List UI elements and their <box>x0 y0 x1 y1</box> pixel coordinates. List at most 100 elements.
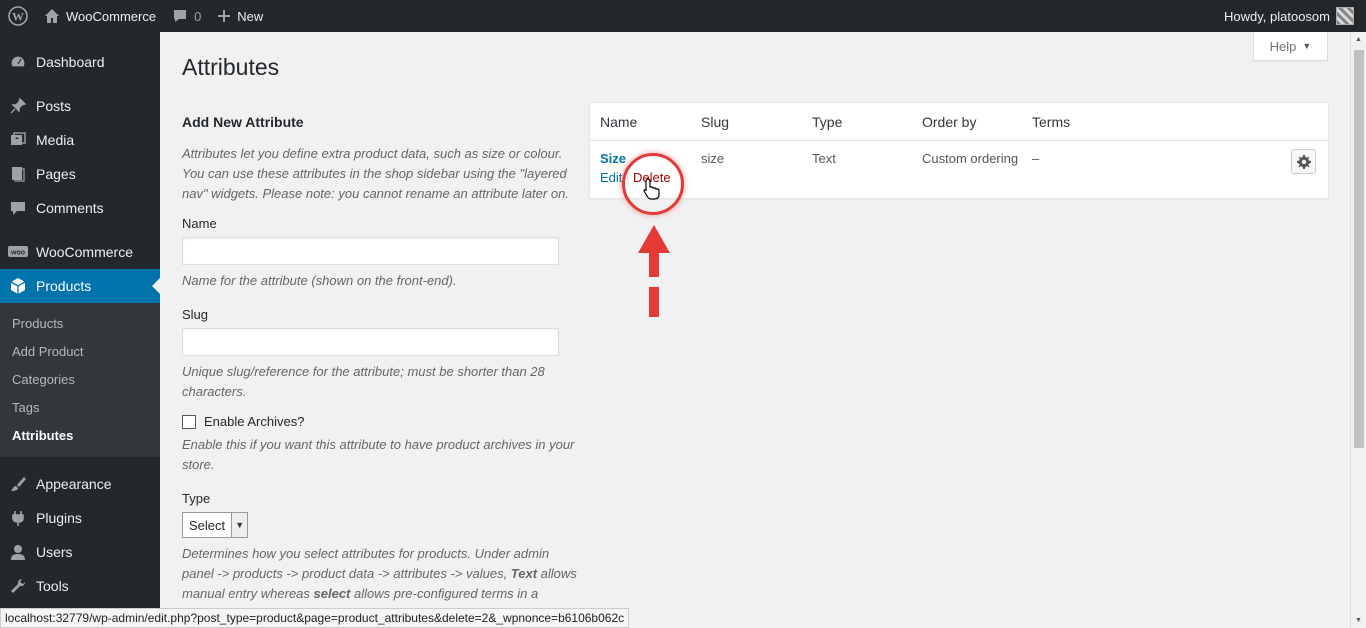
user-icon <box>8 542 28 562</box>
sidebar-item-label: Pages <box>36 166 76 182</box>
attributes-table: Name Slug Type Order by Terms Size Edit … <box>589 102 1329 199</box>
enable-archives-label: Enable Archives? <box>204 414 305 429</box>
chevron-down-icon: ▼ <box>231 513 248 537</box>
products-submenu: Products Add Product Categories Tags Att… <box>0 303 160 457</box>
name-description: Name for the attribute (shown on the fro… <box>182 273 457 288</box>
comments-count: 0 <box>194 8 202 24</box>
home-icon <box>45 9 59 23</box>
gear-icon <box>1296 154 1311 169</box>
site-name: WooCommerce <box>66 8 157 24</box>
comment-icon <box>174 10 187 22</box>
main-content: Attributes Help ▼ Add New Attribute Attr… <box>160 32 1350 628</box>
sidebar-item-users[interactable]: Users <box>0 535 160 569</box>
column-header-type[interactable]: Type <box>812 114 922 130</box>
column-header-name[interactable]: Name <box>590 114 701 130</box>
attribute-slug-input[interactable] <box>182 328 559 356</box>
admin-sidebar: Dashboard Posts Media Pages Comments woo… <box>0 32 160 628</box>
sidebar-item-label: Users <box>36 544 73 560</box>
box-icon <box>8 276 28 296</box>
enable-archives-checkbox[interactable] <box>182 414 196 429</box>
attribute-type-select[interactable]: Select ▼ <box>182 512 249 538</box>
dashboard-icon <box>8 52 28 72</box>
page-title: Attributes <box>182 54 280 80</box>
sidebar-item-label: Dashboard <box>36 54 105 70</box>
sidebar-item-products[interactable]: Products <box>0 269 160 303</box>
name-label: Name <box>182 216 217 231</box>
svg-text:W: W <box>12 10 24 24</box>
wrench-icon <box>8 576 28 596</box>
site-name-link[interactable]: WooCommerce <box>36 0 164 32</box>
archives-description: Enable this if you want this attribute t… <box>182 437 575 472</box>
sidebar-item-dashboard[interactable]: Dashboard <box>0 45 160 79</box>
column-header-terms[interactable]: Terms <box>1032 114 1132 130</box>
sidebar-item-appearance[interactable]: Appearance <box>0 467 160 501</box>
column-header-order-by[interactable]: Order by <box>922 114 1032 130</box>
help-label: Help <box>1269 38 1297 54</box>
my-account[interactable]: Howdy, platoosom <box>1216 0 1366 32</box>
brush-icon <box>8 474 28 494</box>
sidebar-item-label: Posts <box>36 98 72 114</box>
cell-order-by: Custom ordering <box>922 151 1019 166</box>
vertical-scrollbar[interactable]: ▲ ▼ <box>1350 32 1366 628</box>
sidebar-item-plugins[interactable]: Plugins <box>0 501 160 535</box>
type-selected-value: Select <box>189 517 226 533</box>
sidebar-item-label: Comments <box>36 200 104 216</box>
slug-description: Unique slug/reference for the attribute;… <box>182 364 545 399</box>
pin-icon <box>8 96 28 116</box>
media-icon <box>8 130 28 150</box>
pages-icon <box>8 164 28 184</box>
submenu-item-tags[interactable]: Tags <box>0 393 160 421</box>
form-heading: Add New Attribute <box>182 114 304 130</box>
sidebar-item-label: Plugins <box>36 510 82 526</box>
submenu-item-products[interactable]: Products <box>0 309 160 337</box>
plug-icon <box>8 508 28 528</box>
link-status-bar: localhost:32779/wp-admin/edit.php?post_t… <box>0 608 630 628</box>
sidebar-item-label: Products <box>36 278 92 294</box>
new-label: New <box>237 8 264 24</box>
cell-slug: size <box>701 151 725 166</box>
red-up-arrow-icon <box>638 225 670 317</box>
sidebar-item-posts[interactable]: Posts <box>0 89 160 123</box>
type-label: Type <box>182 491 211 506</box>
cell-type: Text <box>812 151 836 166</box>
new-content-link[interactable]: New <box>209 0 271 32</box>
help-button[interactable]: Help ▼ <box>1253 32 1328 61</box>
sidebar-item-pages[interactable]: Pages <box>0 157 160 191</box>
submenu-item-categories[interactable]: Categories <box>0 365 160 393</box>
sidebar-item-woocommerce[interactable]: woo WooCommerce <box>0 235 160 269</box>
avatar <box>1336 7 1354 25</box>
sidebar-item-tools[interactable]: Tools <box>0 569 160 603</box>
cell-terms: – <box>1032 151 1040 166</box>
admin-bar: W WooCommerce 0 New Howdy, platoosom <box>0 0 1366 32</box>
column-header-slug[interactable]: Slug <box>701 114 812 130</box>
configure-terms-button[interactable] <box>1291 149 1316 174</box>
scroll-down-icon[interactable]: ▼ <box>1355 617 1362 624</box>
sidebar-item-label: Appearance <box>36 476 112 492</box>
submenu-item-attributes[interactable]: Attributes <box>0 421 160 449</box>
hand-cursor-icon <box>643 178 660 200</box>
scrollbar-thumb[interactable] <box>1354 50 1364 448</box>
enable-archives-row: Enable Archives? <box>182 414 580 429</box>
plus-icon <box>218 10 231 22</box>
scroll-up-icon[interactable]: ▲ <box>1355 36 1362 43</box>
sidebar-item-comments[interactable]: Comments <box>0 191 160 225</box>
add-attribute-form: Add New Attribute Attributes let you def… <box>182 114 580 624</box>
sidebar-item-label: Media <box>36 132 75 148</box>
edit-link[interactable]: Edit <box>600 170 622 185</box>
greeting: Howdy, platoosom <box>1224 8 1330 24</box>
submenu-item-add-product[interactable]: Add Product <box>0 337 160 365</box>
wordpress-logo-icon[interactable]: W <box>0 0 36 32</box>
caret-down-icon: ▼ <box>1302 41 1312 51</box>
sidebar-item-label: Tools <box>36 578 69 594</box>
slug-label: Slug <box>182 307 209 322</box>
comment-icon <box>8 198 28 218</box>
woo-icon: woo <box>8 242 28 262</box>
attribute-name-input[interactable] <box>182 237 559 265</box>
sidebar-item-media[interactable]: Media <box>0 123 160 157</box>
table-header: Name Slug Type Order by Terms <box>590 103 1328 141</box>
sidebar-item-label: WooCommerce <box>36 244 133 260</box>
table-row: Size Edit | Delete size Text Custom orde… <box>590 141 1328 198</box>
svg-text:woo: woo <box>10 250 25 257</box>
form-intro: Attributes let you define extra product … <box>182 146 569 201</box>
comments-link[interactable]: 0 <box>164 0 209 32</box>
